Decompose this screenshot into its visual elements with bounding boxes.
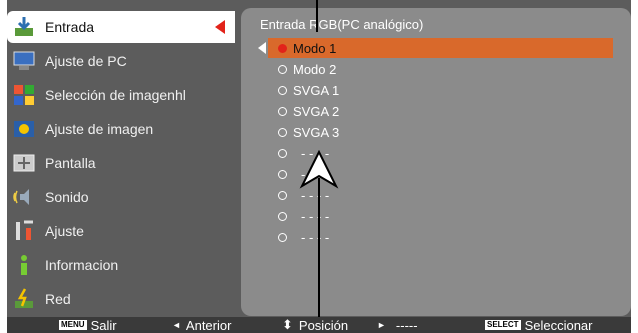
menu-item-label: Ajuste (45, 223, 84, 239)
help-next-label: ----- (395, 317, 418, 333)
menu-item-seleccion-imagen[interactable]: Selección de imagenhl (7, 79, 235, 111)
radio-icon (278, 232, 287, 242)
menu-item-ajuste-imagen[interactable]: Ajuste de imagen (7, 113, 235, 145)
menu-item-label: Pantalla (45, 155, 96, 171)
radio-icon (278, 85, 287, 95)
menu-item-red[interactable]: Red (7, 283, 235, 315)
option-label: SVGA 2 (293, 103, 340, 119)
option-label: SVGA 1 (293, 82, 340, 98)
menu-item-entrada[interactable]: Entrada (7, 11, 235, 43)
menu-item-label: Informacion (45, 257, 119, 273)
option-label: SVGA 3 (293, 124, 340, 140)
option-label: Modo 1 (293, 40, 337, 56)
radio-icon (278, 190, 287, 200)
help-position: ⬍ Posición (282, 317, 348, 333)
radio-icon (278, 148, 287, 158)
menu-item-sonido[interactable]: Sonido (7, 181, 235, 213)
radio-icon (278, 106, 287, 116)
radio-icon (278, 211, 287, 221)
help-next: ► ----- (377, 317, 418, 333)
callout-line (316, 0, 318, 32)
main-menu: Entrada Ajuste de PC Selección de imagen… (7, 11, 235, 317)
left-arrow-icon: ◄ (172, 320, 181, 330)
help-select: SELECT Seleccionar (485, 317, 593, 333)
sound-icon (13, 186, 35, 208)
selected-arrow-icon (215, 20, 225, 34)
pointer-arrow-icon (258, 42, 266, 54)
image-adjust-icon (13, 118, 35, 140)
option-item[interactable]: Modo 1 (258, 38, 613, 58)
menu-item-pantalla[interactable]: Pantalla (7, 147, 235, 179)
option-item[interactable]: SVGA 3 (268, 122, 613, 142)
callout-line (318, 178, 320, 333)
radio-icon (278, 64, 287, 74)
option-item[interactable]: SVGA 2 (268, 101, 613, 121)
option-label: - - - - (301, 229, 330, 245)
info-icon (13, 254, 35, 276)
option-item[interactable]: Modo 2 (268, 59, 613, 79)
help-exit: MENU Salir (59, 317, 117, 333)
menu-item-label: Selección de imagenhl (45, 87, 186, 103)
option-item[interactable]: SVGA 1 (268, 80, 613, 100)
input-icon (13, 16, 35, 38)
help-position-label: Posición (298, 317, 349, 333)
menu-key-icon: MENU (59, 320, 87, 330)
screen-icon (13, 152, 35, 174)
select-key-icon: SELECT (485, 320, 521, 330)
right-arrow-icon: ► (377, 320, 386, 330)
panel-title: Entrada RGB(PC analógico) (260, 17, 424, 32)
settings-icon (13, 220, 35, 242)
help-back-label: Anterior (185, 317, 232, 333)
menu-item-label: Ajuste de imagen (45, 121, 154, 137)
menu-item-ajuste-pc[interactable]: Ajuste de PC (7, 45, 235, 77)
up-arrow-icon (299, 150, 339, 189)
up-down-arrow-icon: ⬍ (282, 317, 293, 332)
menu-item-label: Ajuste de PC (45, 53, 127, 69)
option-label: Modo 2 (293, 61, 337, 77)
image-select-icon (13, 84, 35, 106)
menu-item-label: Red (45, 291, 71, 307)
radio-icon (278, 127, 287, 137)
radio-icon (278, 169, 287, 179)
help-bar: MENU Salir ◄ Anterior ⬍ Posición ► -----… (7, 317, 631, 333)
menu-item-informacion[interactable]: Informacion (7, 249, 235, 281)
option-label: - - - - (301, 208, 330, 224)
help-back: ◄ Anterior (172, 317, 231, 333)
help-exit-label: Salir (90, 317, 117, 333)
help-select-label: Seleccionar (524, 317, 593, 333)
radio-icon (278, 43, 287, 53)
menu-item-label: Sonido (45, 189, 89, 205)
network-icon (13, 288, 35, 310)
menu-item-ajuste[interactable]: Ajuste (7, 215, 235, 247)
pc-adjust-icon (13, 50, 35, 72)
menu-item-label: Entrada (45, 19, 95, 35)
